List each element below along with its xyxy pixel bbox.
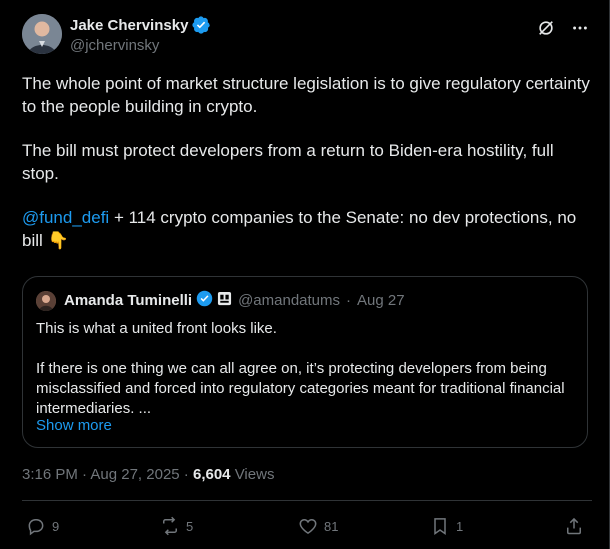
author-name-block: Jake Chervinsky @jchervinsky [70, 16, 211, 54]
tweet-date[interactable]: Aug 27, 2025 [90, 466, 179, 483]
tweet-text: The whole point of market structure legi… [22, 73, 592, 274]
divider [22, 500, 592, 501]
quoted-tweet-header: Amanda Tuminelli @amandatums · Aug 27 [36, 290, 405, 311]
share-button[interactable] [564, 516, 584, 536]
tweet-meta: 3:16 PM · Aug 27, 2025 · 6,604 Views [22, 466, 274, 483]
show-more-link[interactable]: Show more [36, 417, 112, 434]
quoted-paragraph: If there is one thing we can all agree o… [36, 360, 565, 417]
repost-count: 5 [186, 518, 194, 534]
tweet-paragraph: @fund_defi + 114 crypto companies to the… [22, 207, 592, 252]
quoted-author-avatar [36, 290, 56, 311]
action-bar: 9 5 81 1 [22, 512, 594, 542]
meta-separator: · [77, 466, 91, 483]
header-actions [536, 18, 590, 38]
like-count: 81 [324, 518, 339, 534]
tweet-header: Jake Chervinsky @jchervinsky [22, 14, 596, 58]
dot-separator: · [346, 292, 352, 309]
repost-icon [163, 516, 177, 536]
more-options-icon[interactable] [570, 18, 590, 38]
author-avatar[interactable] [22, 14, 62, 54]
verified-badge-icon[interactable] [192, 16, 211, 34]
heart-icon [299, 518, 317, 534]
quoted-paragraph: This is what a united front looks like. [36, 320, 277, 337]
mention-link[interactable]: @fund_defi [22, 208, 109, 227]
bookmark-icon [434, 518, 446, 535]
reply-count: 9 [52, 518, 60, 534]
tweet-paragraph: The bill must protect developers from a … [22, 141, 554, 183]
verified-badge-icon [196, 290, 213, 311]
grok-icon[interactable] [536, 18, 556, 38]
author-display-name[interactable]: Jake Chervinsky [70, 17, 188, 34]
quoted-tweet-text: This is what a united front looks like. … [36, 319, 576, 439]
meta-separator: · [179, 466, 193, 483]
quoted-author-name: Amanda Tuminelli [64, 292, 193, 309]
reply-button[interactable]: 9 [26, 516, 59, 536]
bookmark-count: 1 [456, 518, 464, 534]
tweet-paragraph: The whole point of market structure legi… [22, 74, 590, 116]
views-count: 6,604 [192, 466, 231, 483]
quoted-tweet-date: Aug 27 [357, 292, 405, 309]
tweet-detail: Jake Chervinsky @jchervinsky The whole p… [0, 0, 610, 549]
like-button[interactable]: 81 [298, 516, 338, 536]
author-handle[interactable]: @jchervinsky [70, 37, 210, 54]
bookmark-button[interactable]: 1 [430, 516, 463, 536]
reply-icon [28, 519, 44, 536]
quoted-author-handle: @amandatums [238, 292, 341, 309]
tweet-time[interactable]: 3:16 PM [22, 466, 78, 483]
quoted-tweet[interactable]: Amanda Tuminelli @amandatums · Aug 27 Th… [22, 276, 588, 448]
affiliate-badge-icon [217, 291, 232, 310]
repost-button[interactable]: 5 [160, 516, 193, 536]
share-icon [567, 517, 581, 535]
views-label: Views [230, 466, 275, 483]
